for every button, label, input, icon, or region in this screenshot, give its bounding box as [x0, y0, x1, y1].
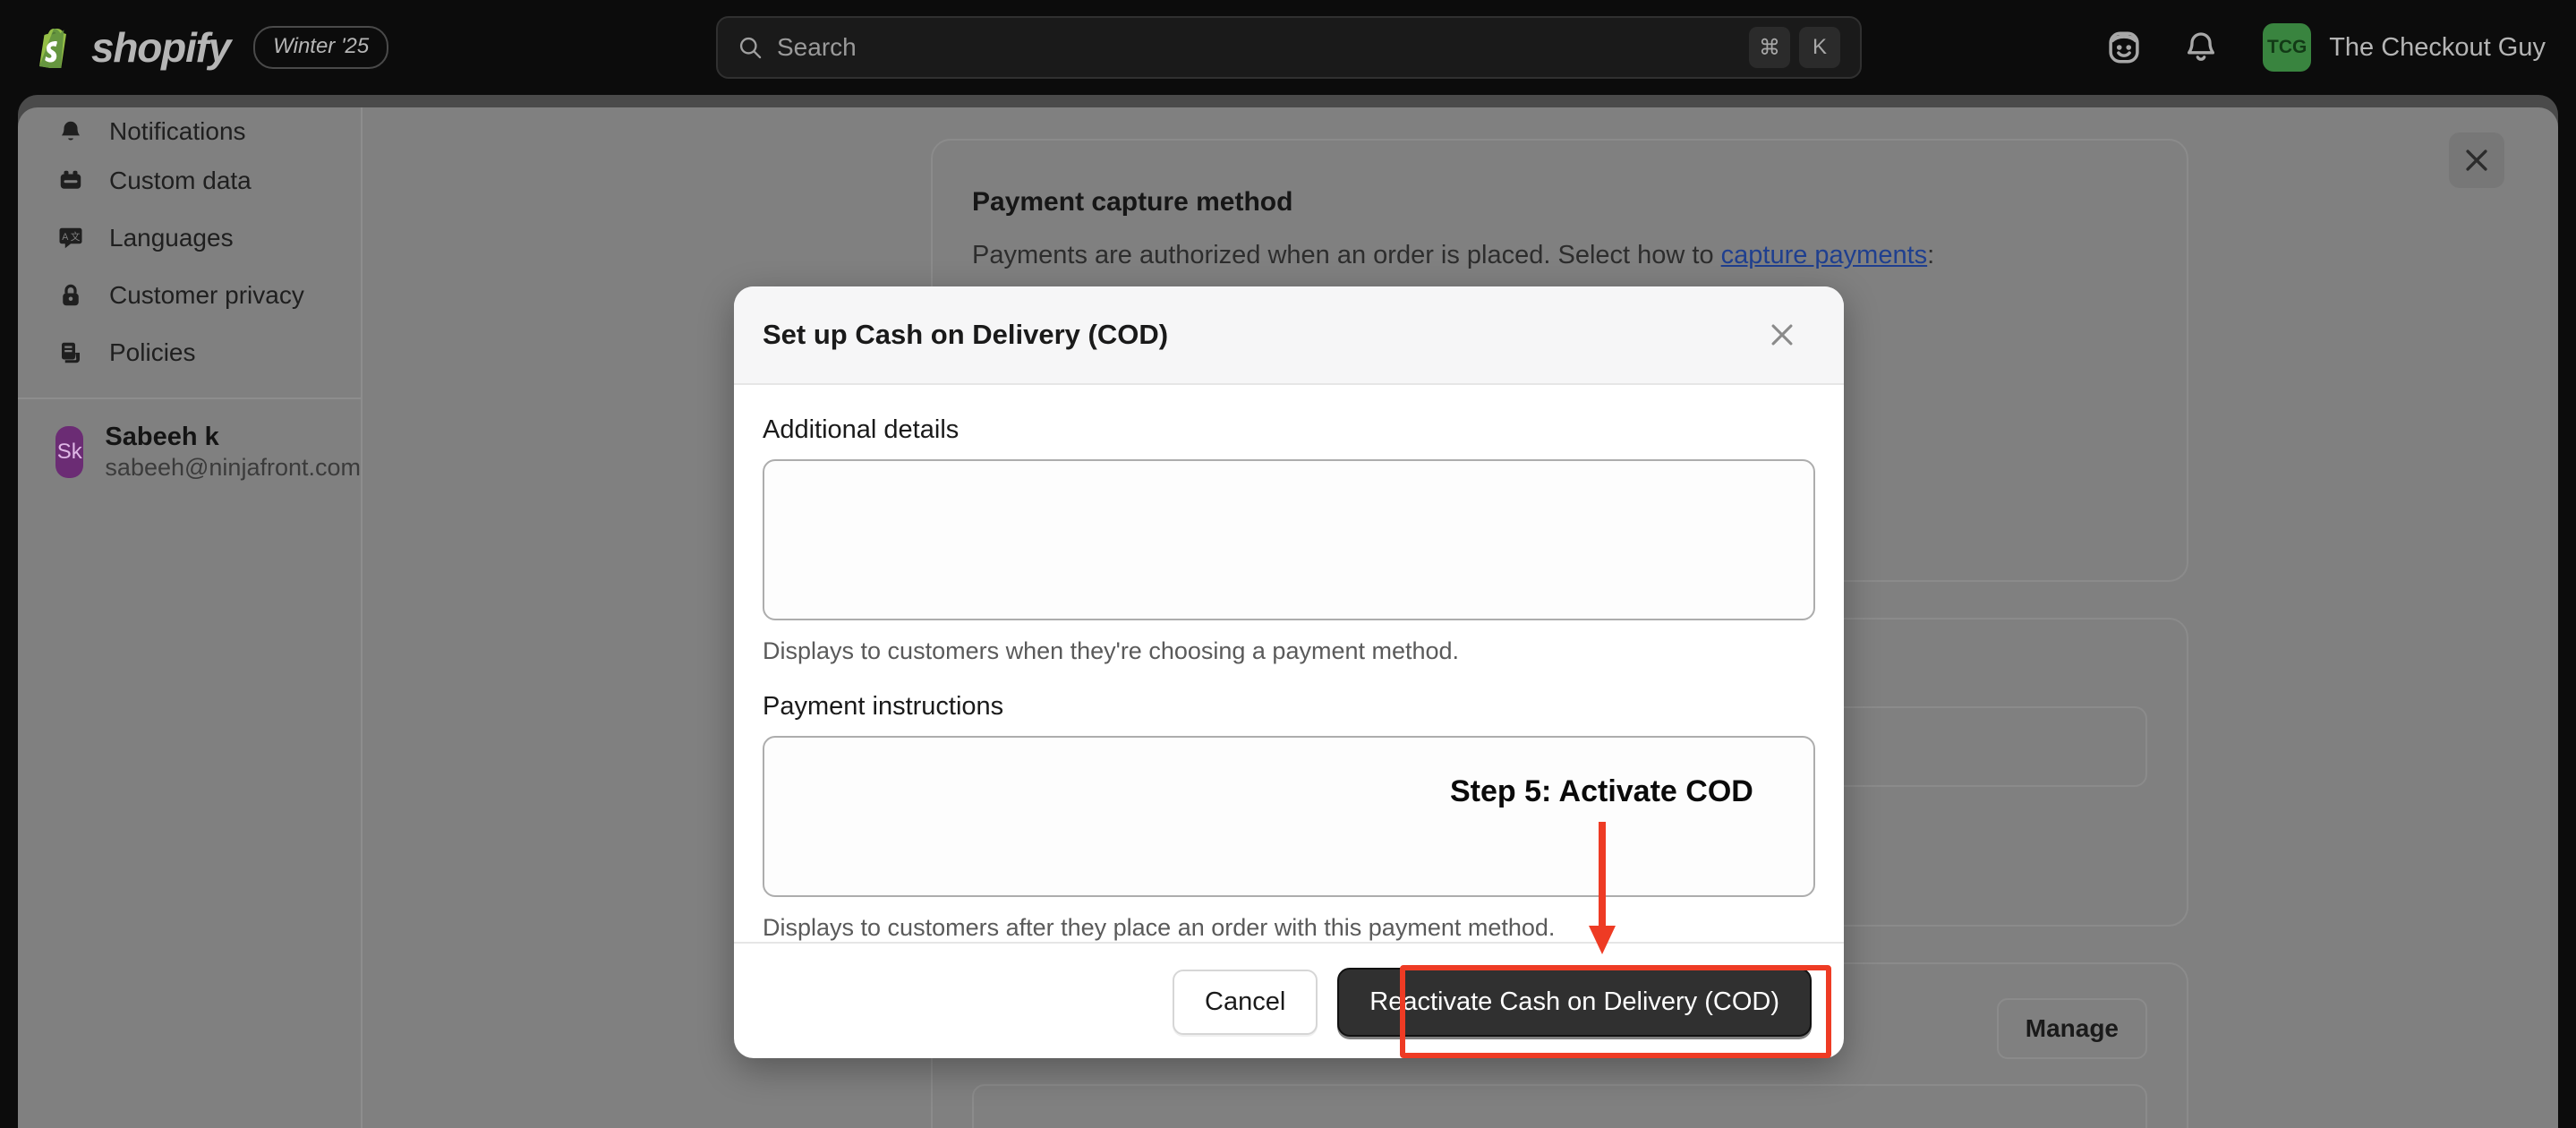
svg-text:文: 文 — [71, 231, 81, 243]
lock-icon — [55, 280, 86, 311]
top-bar: shopify Winter '25 ⌘ K — [0, 0, 2576, 95]
kbd-command: ⌘ — [1749, 27, 1790, 68]
sidebar-item-custom-data[interactable]: Custom data — [18, 152, 361, 209]
additional-details-input[interactable] — [763, 459, 1815, 620]
modal-body: Additional details Displays to customers… — [734, 385, 1844, 942]
field-label: Payment instructions — [763, 692, 1815, 722]
annotation-step-label: Step 5: Activate COD — [1450, 774, 1753, 809]
store-avatar: TCG — [2263, 23, 2311, 72]
shopify-bag-icon — [34, 27, 72, 68]
sidebar-user-profile[interactable]: Sk Sabeeh k sabeeh@ninjafront.com — [18, 399, 361, 483]
sidebar-item-policies[interactable]: Policies — [18, 324, 361, 381]
close-icon — [2461, 145, 2492, 175]
field-label: Additional details — [763, 415, 1815, 445]
kbd-k: K — [1799, 27, 1840, 68]
face-smile-icon — [2105, 29, 2143, 66]
card-description: Payments are authorized when an order is… — [972, 241, 2147, 270]
sidebar-item-label: Notifications — [109, 117, 246, 146]
notifications-button[interactable] — [2177, 23, 2225, 72]
user-name: Sabeeh k — [105, 421, 361, 453]
search-icon — [738, 35, 763, 60]
modal-close-button[interactable] — [1758, 311, 1806, 359]
language-icon: A 文 — [55, 223, 86, 253]
brand-name: shopify — [91, 23, 230, 72]
svg-text:A: A — [62, 232, 69, 243]
cod-setup-modal: Set up Cash on Delivery (COD) Additional… — [734, 286, 1844, 1058]
close-icon — [1767, 320, 1797, 350]
search-bar[interactable]: ⌘ K — [716, 16, 1862, 79]
sidebar-item-notifications[interactable]: Notifications — [18, 111, 361, 152]
capture-payments-link[interactable]: capture payments — [1721, 241, 1928, 269]
card-text-after: : — [1927, 241, 1934, 269]
shopify-logo[interactable]: shopify Winter '25 — [34, 23, 388, 72]
modal-header: Set up Cash on Delivery (COD) — [734, 286, 1844, 385]
user-email: sabeeh@ninjafront.com — [105, 453, 361, 483]
card-text-before: Payments are authorized when an order is… — [972, 241, 1721, 269]
page-close-button[interactable] — [2449, 132, 2504, 188]
cancel-button[interactable]: Cancel — [1173, 970, 1318, 1035]
field-additional-details: Additional details Displays to customers… — [763, 415, 1815, 665]
field-help-text: Displays to customers when they're choos… — [763, 637, 1815, 665]
sidebar-item-label: Languages — [109, 224, 234, 252]
search-input[interactable] — [777, 33, 1740, 62]
field-payment-instructions: Payment instructions Displays to custome… — [763, 692, 1815, 942]
sidebar-item-label: Customer privacy — [109, 281, 304, 310]
settings-sidebar: Notifications Custom data — [18, 107, 363, 1128]
document-icon — [55, 338, 86, 368]
store-switcher[interactable]: TCG The Checkout Guy — [2254, 23, 2546, 72]
annotation-highlight-box — [1400, 965, 1831, 1058]
card-title: Payment capture method — [972, 187, 2147, 218]
top-bar-actions: TCG The Checkout Guy — [2100, 0, 2546, 95]
database-icon — [55, 166, 86, 196]
modal-title: Set up Cash on Delivery (COD) — [763, 319, 1168, 351]
avatar: Sk — [55, 426, 83, 478]
manage-inner-box[interactable] — [972, 1084, 2147, 1128]
annotation-arrow-icon — [1584, 822, 1620, 956]
payment-instructions-input[interactable] — [763, 736, 1815, 897]
sidebar-item-label: Policies — [109, 338, 195, 367]
bell-icon — [2183, 30, 2219, 65]
field-help-text: Displays to customers after they place a… — [763, 914, 1815, 942]
sidebar-item-label: Custom data — [109, 167, 252, 195]
version-badge: Winter '25 — [253, 26, 388, 69]
inbox-button[interactable] — [2100, 23, 2148, 72]
sidebar-item-customer-privacy[interactable]: Customer privacy — [18, 267, 361, 324]
store-name: The Checkout Guy — [2329, 33, 2546, 63]
sidebar-item-languages[interactable]: A 文 Languages — [18, 209, 361, 267]
manage-button[interactable]: Manage — [1997, 998, 2147, 1059]
bell-icon — [55, 116, 86, 147]
